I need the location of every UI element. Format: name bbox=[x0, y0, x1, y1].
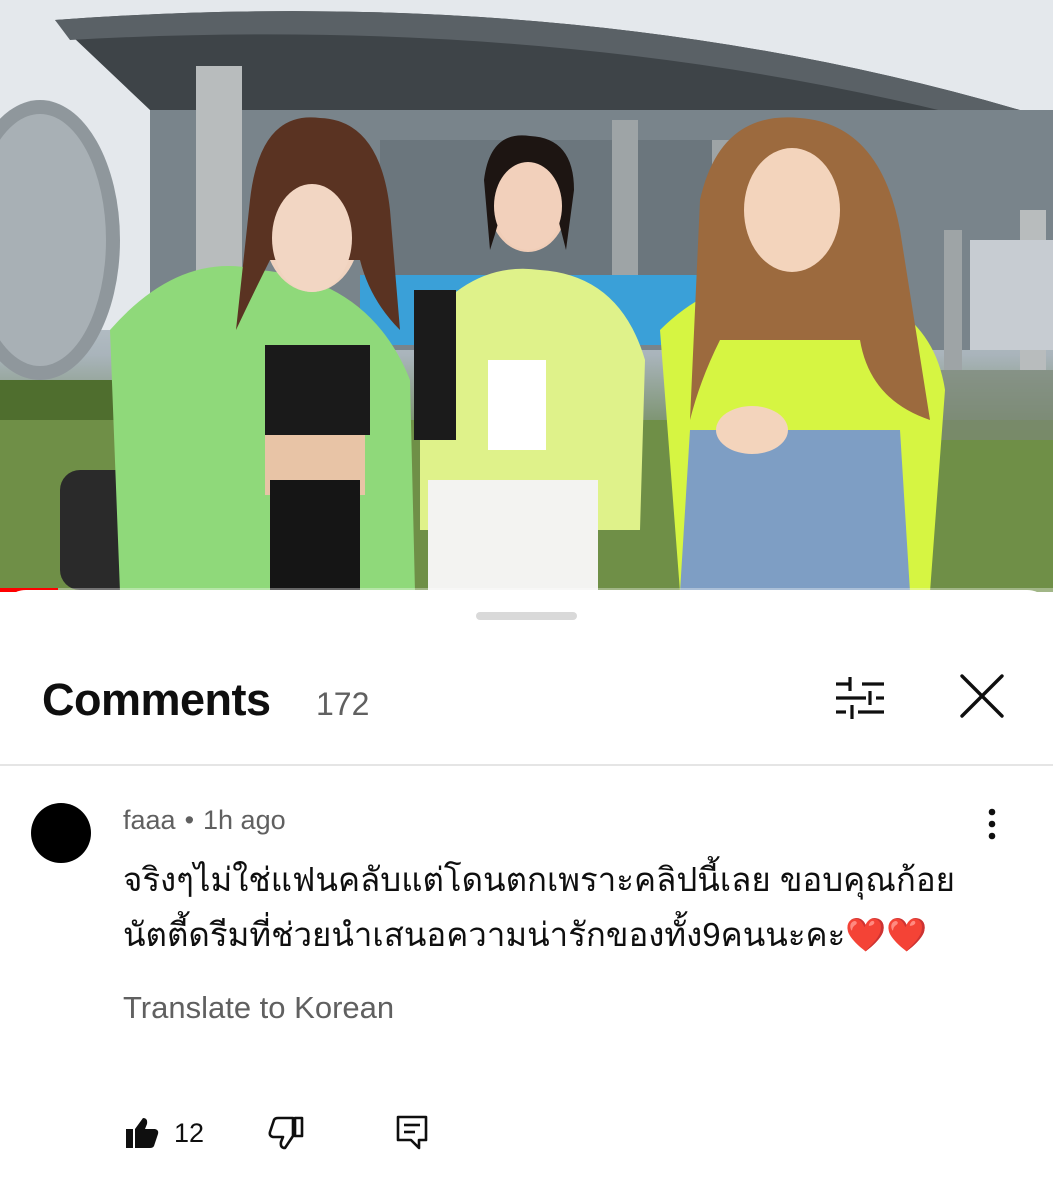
comment-text-line-1: จริงๆไม่ใช่แฟนคลับแต่โดนตกเพราะคลิปนี้เล… bbox=[123, 861, 955, 898]
heart-emoji: ❤️❤️ bbox=[845, 916, 928, 953]
header-divider bbox=[0, 764, 1053, 766]
more-vert-icon[interactable] bbox=[978, 806, 1006, 842]
translate-link[interactable]: Translate to Korean bbox=[123, 990, 394, 1026]
comment-body: จริงๆไม่ใช่แฟนคลับแต่โดนตกเพราะคลิปนี้เล… bbox=[123, 852, 1003, 962]
meta-separator: • bbox=[184, 805, 195, 835]
comments-count: 172 bbox=[316, 686, 370, 722]
comments-sheet: Comments 172 faaa • 1h ago จริงๆไม่ใช่แฟ… bbox=[0, 590, 1053, 1198]
comment-text-line-2: นัตตี้ดรีมที่ช่วยนำเสนอความน่ารักของทั้ง… bbox=[123, 907, 1003, 962]
comment-author[interactable]: faaa bbox=[123, 805, 176, 835]
comments-title: Comments bbox=[42, 674, 271, 725]
comment-meta: faaa • 1h ago bbox=[123, 805, 286, 836]
avatar[interactable] bbox=[31, 803, 91, 863]
comment-time: 1h ago bbox=[203, 805, 286, 835]
sliders-icon[interactable] bbox=[832, 674, 888, 722]
drag-handle[interactable] bbox=[476, 612, 577, 620]
reply-icon[interactable] bbox=[395, 1114, 429, 1150]
comment-text-line-2-text: นัตตี้ดรีมที่ช่วยนำเสนอความน่ารักของทั้ง… bbox=[123, 916, 846, 953]
thumbs-down-icon[interactable] bbox=[268, 1116, 304, 1150]
video-frame-illustration bbox=[0, 0, 1053, 592]
video-player[interactable] bbox=[0, 0, 1053, 592]
close-icon[interactable] bbox=[956, 670, 1008, 722]
thumbs-up-icon[interactable] bbox=[124, 1116, 160, 1150]
like-count: 12 bbox=[174, 1118, 205, 1148]
